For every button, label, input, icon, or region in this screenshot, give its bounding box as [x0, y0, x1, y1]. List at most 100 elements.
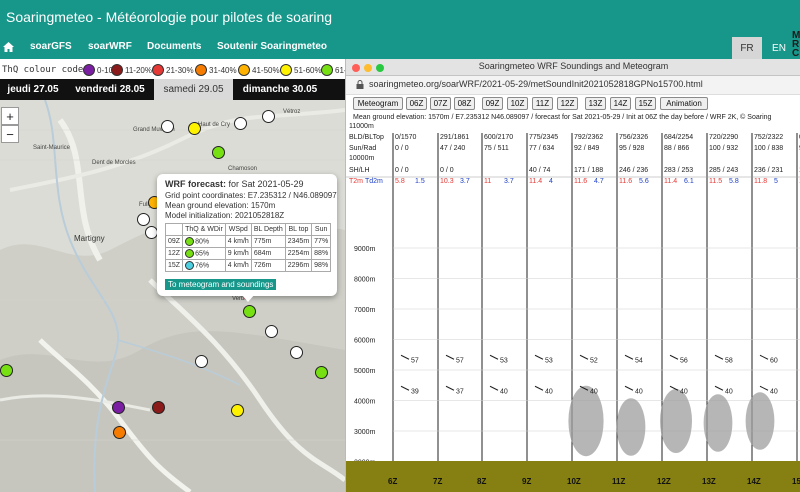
cell-sun: 77% [311, 235, 332, 248]
tab-day-27[interactable]: jeudi 27.05 [0, 79, 66, 100]
sounding-07z-button[interactable]: 07Z [430, 97, 451, 110]
meteogram-link-button[interactable]: To meteogram and soundings [165, 279, 277, 290]
row-label: 10000m [349, 155, 374, 162]
popup-table: ThQ & WDir WSpd BL Depth BL top Sun 09Z … [164, 223, 332, 272]
t2m-value: 11.4 [664, 178, 677, 185]
sounding-12z-button[interactable]: 12Z [557, 97, 578, 110]
lang-fr-button[interactable]: FR [732, 37, 762, 59]
time-label: 9Z [522, 477, 531, 486]
shlh-value: 0 / 0 [395, 167, 409, 174]
sounding-10z-button[interactable]: 10Z [507, 97, 528, 110]
wind-arrow [759, 354, 769, 360]
cell-thq: 76% [182, 259, 226, 272]
td2m-value: 4 [549, 178, 553, 185]
sounding-15z-button[interactable]: 15Z [635, 97, 656, 110]
sounding-14z-button[interactable]: 14Z [610, 97, 631, 110]
forecast-map[interactable]: + − Haut de Cry Grand Muveran Saint-Maur… [0, 100, 345, 492]
zoom-out-button[interactable]: − [1, 125, 19, 143]
nav-documents[interactable]: Documents [147, 41, 201, 52]
thq-marker[interactable] [188, 122, 201, 135]
time-label: 11Z [612, 477, 625, 486]
tab-day-30[interactable]: dimanche 30.05 [233, 79, 327, 100]
td2m-value: 6.1 [684, 178, 694, 185]
thq-marker[interactable] [315, 366, 328, 379]
sun-value: 95 / 928 [619, 145, 644, 152]
legend-dot-icon [111, 64, 123, 76]
td2m-value: 3.7 [460, 178, 470, 185]
cell-sun: 98% [311, 259, 332, 272]
wind-arrow [624, 354, 634, 360]
t2m-value: 11.8 [754, 178, 767, 185]
sounding-11z-button[interactable]: 11Z [532, 97, 553, 110]
site-header: Soaringmeteo - Météorologie pour pilotes… [0, 0, 800, 37]
thq-marker-selected[interactable] [243, 305, 256, 318]
t2m-value: 11.6 [619, 178, 632, 185]
edge-text: M R C [792, 30, 800, 59]
nav-soarwrf[interactable]: soarWRF [88, 41, 132, 52]
lock-icon [356, 80, 364, 89]
thq-marker[interactable] [231, 404, 244, 417]
cell-time: 09Z [164, 235, 184, 248]
cloud-shape [616, 398, 646, 456]
cloud-shape [745, 392, 775, 450]
lang-en-button[interactable]: EN [764, 37, 794, 59]
t2m-value: 11.5 [709, 178, 722, 185]
site-title: Soaringmeteo - Météorologie pour pilotes… [6, 9, 333, 25]
thq-marker[interactable] [234, 117, 247, 130]
sounding-06z-button[interactable]: 06Z [406, 97, 427, 110]
wind-speed-label: 53 [545, 357, 553, 364]
td2m-value: 5 [774, 178, 778, 185]
address-bar[interactable]: soaringmeteo.org/soarWRF/2021-05-29/metS… [346, 76, 800, 95]
column-header: BL Depth [250, 223, 286, 236]
thq-marker[interactable] [113, 426, 126, 439]
wind-arrow [759, 385, 769, 391]
thq-marker[interactable] [152, 401, 165, 414]
nav-soargfs[interactable]: soarGFS [30, 41, 72, 52]
thq-marker[interactable] [290, 346, 303, 359]
thq-marker[interactable] [212, 146, 225, 159]
cell-sun: 88% [311, 247, 332, 260]
sun-value: 75 / 511 [484, 145, 509, 152]
table-row: 09Z 80% 4 km/h 775m 2345m 77% [164, 235, 332, 248]
meteogram-button[interactable]: Meteogram [353, 97, 403, 110]
thq-marker[interactable] [137, 213, 150, 226]
time-label: 7Z [433, 477, 442, 486]
home-icon[interactable] [3, 42, 14, 52]
legend-item: 41-50% [238, 64, 280, 76]
place-label: Martigny [74, 234, 105, 243]
table-row: 12Z 65% 9 km/h 684m 2254m 88% [164, 247, 332, 260]
cell-time: 15Z [164, 259, 184, 272]
time-label: 6Z [388, 477, 397, 486]
legend-label: 51-60% [294, 65, 322, 75]
sun-value: 88 / 866 [664, 145, 689, 152]
nav-support[interactable]: Soutenir Soaringmeteo [217, 41, 327, 52]
meteogram-chart: 11000m BLD/BLTop Sun/Rad 10000m SH/LH T2m Td2m… [346, 123, 800, 492]
sounding-13z-button[interactable]: 13Z [585, 97, 606, 110]
sounding-09z-button[interactable]: 09Z [482, 97, 503, 110]
sounding-08z-button[interactable]: 08Z [454, 97, 475, 110]
thq-marker[interactable] [161, 120, 174, 133]
bld-value: 792/2362 [574, 134, 603, 141]
sun-value: 77 / 634 [529, 145, 554, 152]
bld-value: 684/2254 [664, 134, 693, 141]
thq-marker[interactable] [0, 364, 13, 377]
row-label-t2m: T2m [349, 178, 363, 185]
t2m-value: 5.8 [395, 178, 405, 185]
time-label: 13Z [702, 477, 716, 486]
legend-label: 21-30% [166, 65, 194, 75]
thq-marker[interactable] [265, 325, 278, 338]
thq-marker[interactable] [195, 355, 208, 368]
zoom-in-button[interactable]: + [1, 107, 19, 125]
tab-day-29[interactable]: samedi 29.05 [154, 79, 233, 100]
legend-dot-icon [321, 64, 333, 76]
thq-marker[interactable] [262, 110, 275, 123]
wind-arrow [714, 354, 724, 360]
tab-day-28[interactable]: vendredi 28.05 [66, 79, 154, 100]
legend-dot-icon [238, 64, 250, 76]
legend-item: 11-20% [111, 64, 152, 76]
time-label: 15Z [792, 477, 800, 486]
row-label: 11000m [349, 123, 374, 130]
thq-marker[interactable] [112, 401, 125, 414]
popup-init: Model initialization: 2021052818Z [165, 211, 285, 220]
animation-button[interactable]: Animation [660, 97, 708, 110]
